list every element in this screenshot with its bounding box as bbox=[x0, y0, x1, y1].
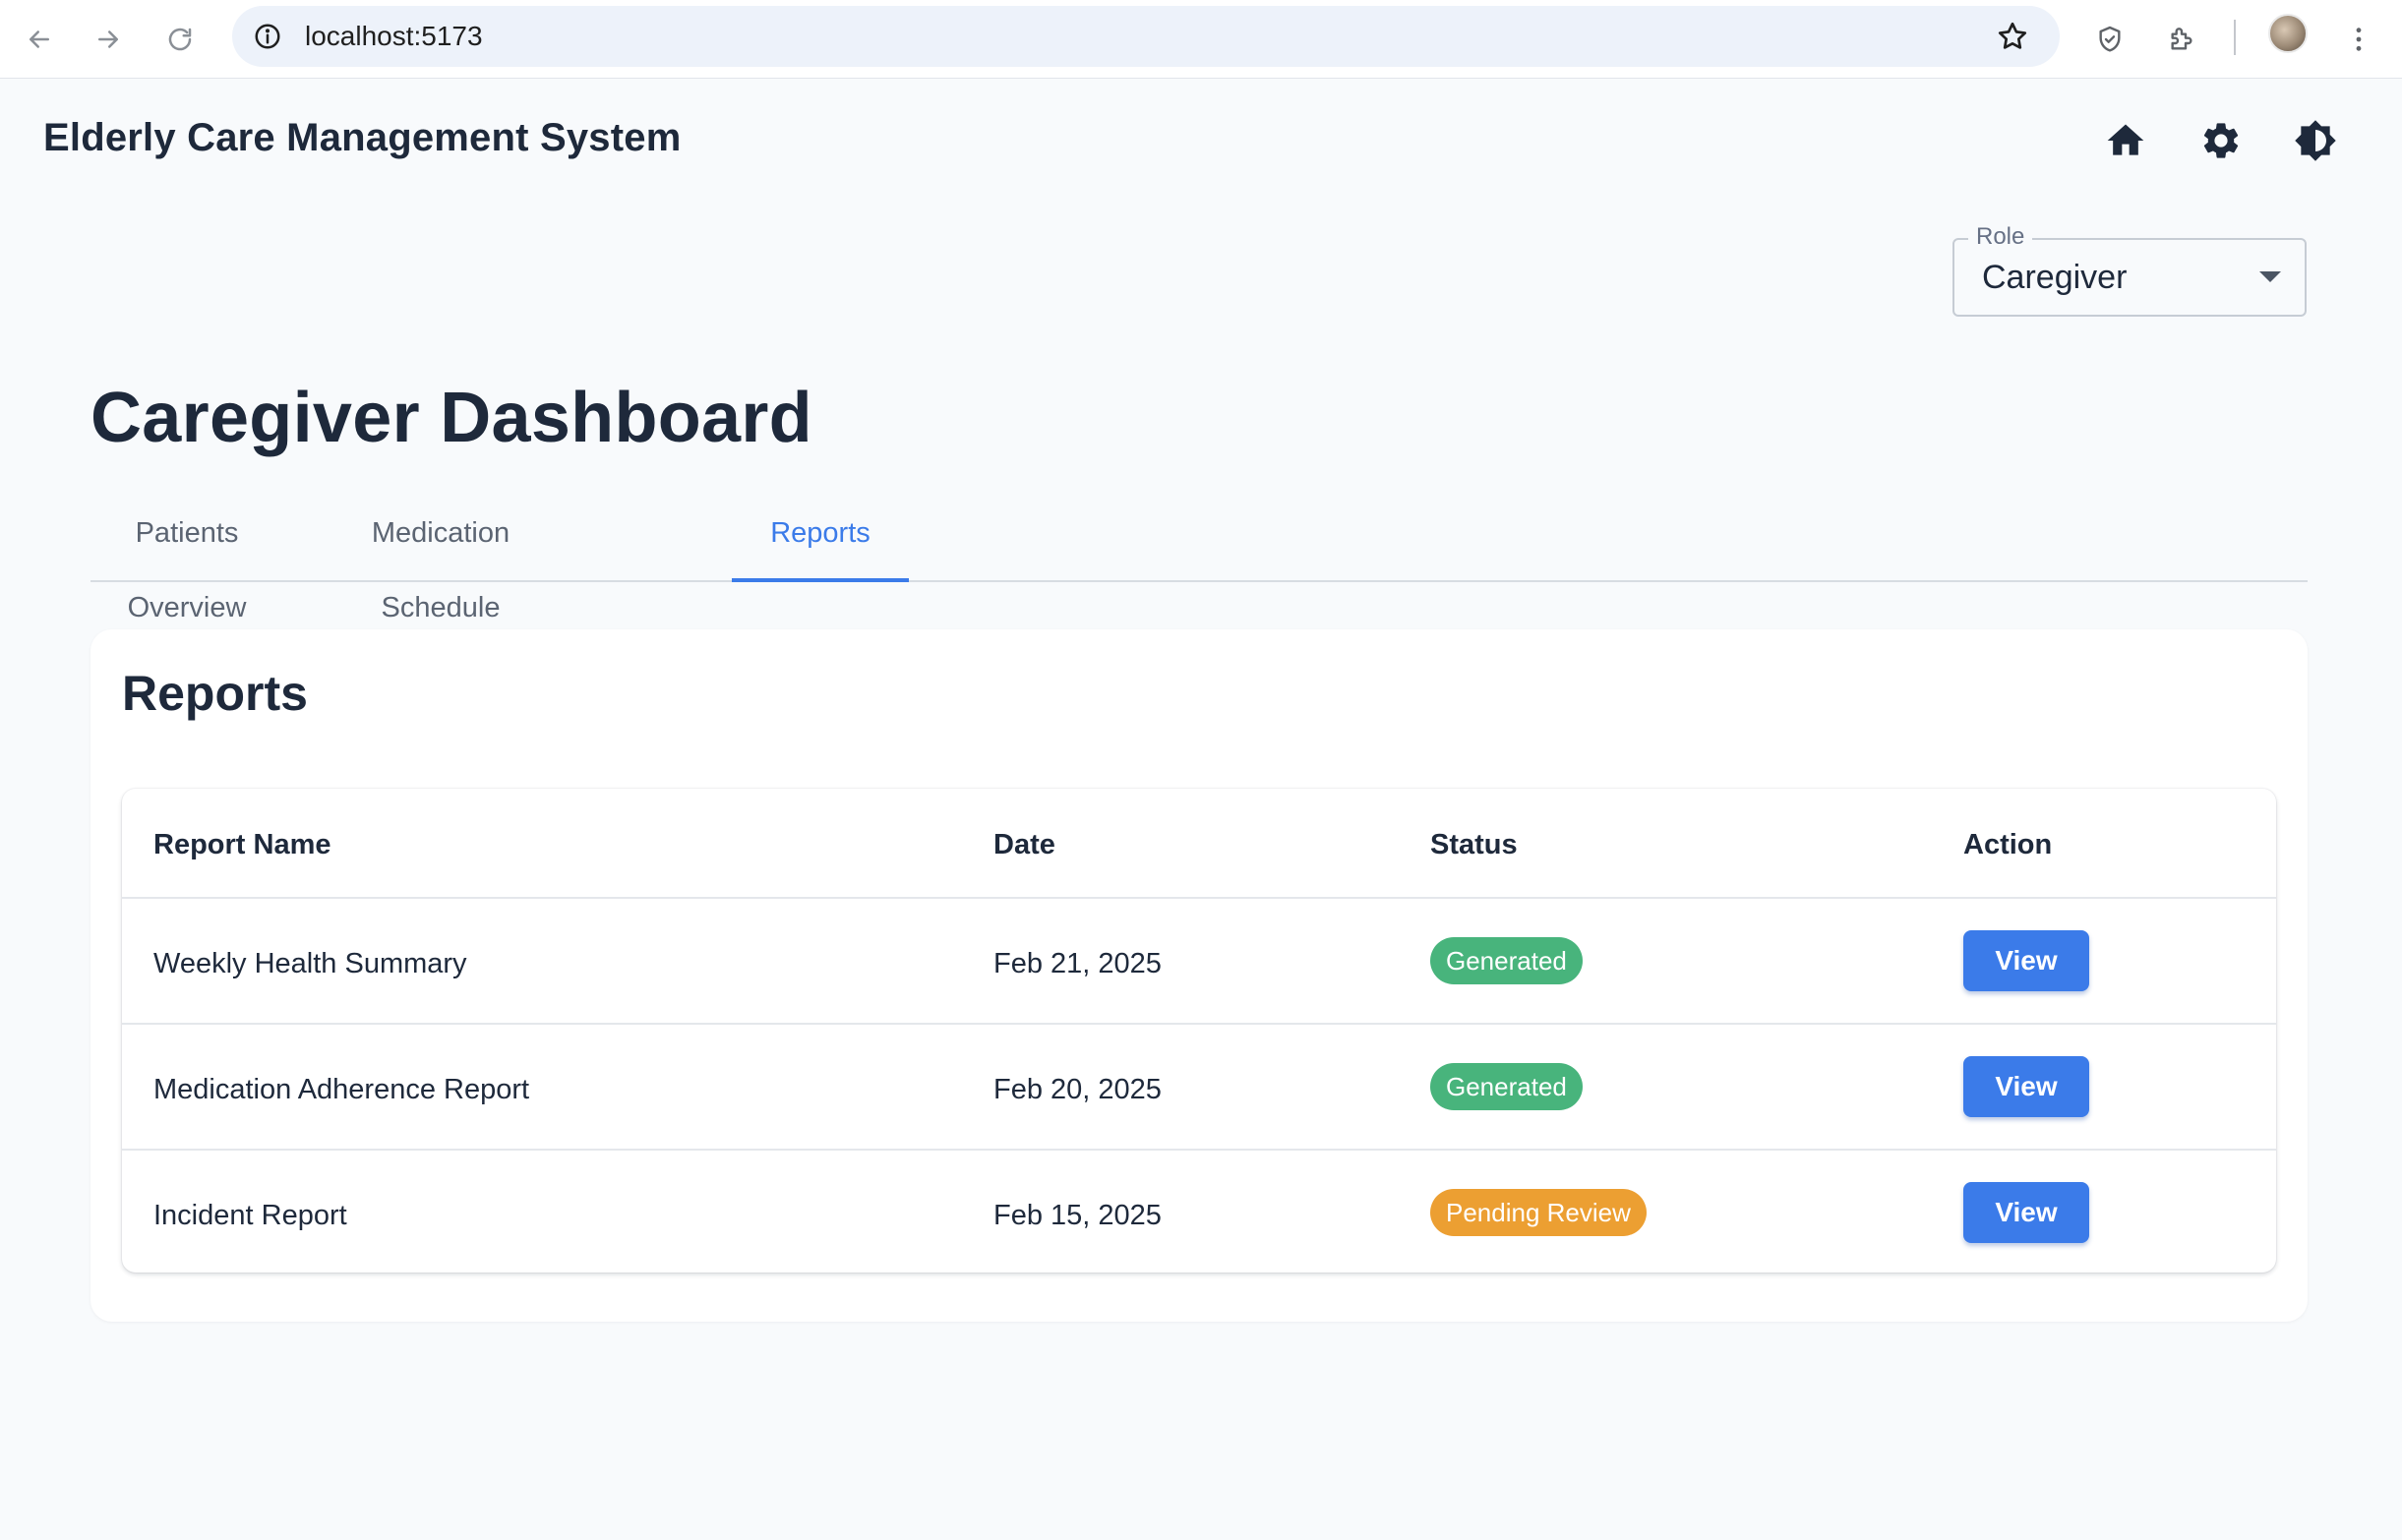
reload-icon[interactable] bbox=[154, 14, 206, 65]
browser-toolbar: localhost:5173 bbox=[0, 0, 2402, 79]
home-icon[interactable] bbox=[2101, 116, 2150, 165]
tab-bar: Patients Overview Medication Schedule Re… bbox=[90, 496, 2308, 623]
more-vert-icon[interactable] bbox=[2335, 16, 2382, 63]
report-name-cell: Weekly Health Summary bbox=[153, 948, 467, 979]
reports-card: Reports Report Name Date Status Action W… bbox=[90, 629, 2308, 1322]
settings-gear-icon[interactable] bbox=[2196, 116, 2246, 165]
view-report-button[interactable]: View bbox=[1963, 1182, 2089, 1243]
status-badge-pending-review: Pending Review bbox=[1430, 1189, 1647, 1236]
bookmark-star-icon[interactable] bbox=[1995, 19, 2030, 54]
toolbar-divider bbox=[2234, 20, 2236, 55]
tab-patients-overview[interactable]: Patients Overview bbox=[90, 496, 283, 623]
report-name-cell: Incident Report bbox=[153, 1200, 347, 1231]
view-report-button[interactable]: View bbox=[1963, 1056, 2089, 1117]
table-row: Weekly Health Summary Feb 21, 2025 Gener… bbox=[122, 897, 2276, 1023]
report-date-cell: Feb 21, 2025 bbox=[993, 948, 1162, 979]
role-select[interactable]: Role Caregiver bbox=[1952, 223, 2307, 317]
report-name-cell: Medication Adherence Report bbox=[153, 1074, 530, 1105]
column-header-status: Status bbox=[1430, 829, 1518, 860]
view-report-button[interactable]: View bbox=[1963, 930, 2089, 991]
table-row: Medication Adherence Report Feb 20, 2025… bbox=[122, 1023, 2276, 1149]
back-arrow-icon[interactable] bbox=[14, 14, 65, 65]
reports-table: Report Name Date Status Action Weekly He… bbox=[122, 789, 2276, 1273]
page-title: Caregiver Dashboard bbox=[90, 379, 812, 457]
shield-icon[interactable] bbox=[2086, 16, 2133, 63]
reports-card-title: Reports bbox=[122, 666, 308, 721]
extensions-icon[interactable] bbox=[2158, 16, 2205, 63]
url-text[interactable]: localhost:5173 bbox=[305, 6, 483, 67]
caret-down-icon[interactable] bbox=[2259, 271, 2281, 282]
column-header-action: Action bbox=[1963, 829, 2053, 860]
app-title: Elderly Care Management System bbox=[43, 116, 682, 159]
column-header-report-name: Report Name bbox=[153, 829, 331, 860]
column-header-date: Date bbox=[993, 829, 1055, 860]
status-badge-generated: Generated bbox=[1430, 1063, 1583, 1110]
active-tab-indicator bbox=[732, 578, 909, 582]
tab-reports[interactable]: Reports bbox=[732, 496, 909, 582]
role-select-value[interactable]: Caregiver bbox=[1982, 240, 2127, 315]
tab-medication-schedule[interactable]: Medication Schedule bbox=[315, 496, 567, 623]
forward-arrow-icon[interactable] bbox=[83, 14, 134, 65]
report-date-cell: Feb 20, 2025 bbox=[993, 1074, 1162, 1105]
profile-avatar[interactable] bbox=[2268, 14, 2308, 53]
table-row: Incident Report Feb 15, 2025 Pending Rev… bbox=[122, 1149, 2276, 1273]
status-badge-generated: Generated bbox=[1430, 937, 1583, 984]
address-bar[interactable]: localhost:5173 bbox=[232, 6, 2060, 67]
theme-toggle-icon[interactable] bbox=[2291, 116, 2340, 165]
info-icon[interactable] bbox=[252, 21, 283, 52]
report-date-cell: Feb 15, 2025 bbox=[993, 1200, 1162, 1231]
